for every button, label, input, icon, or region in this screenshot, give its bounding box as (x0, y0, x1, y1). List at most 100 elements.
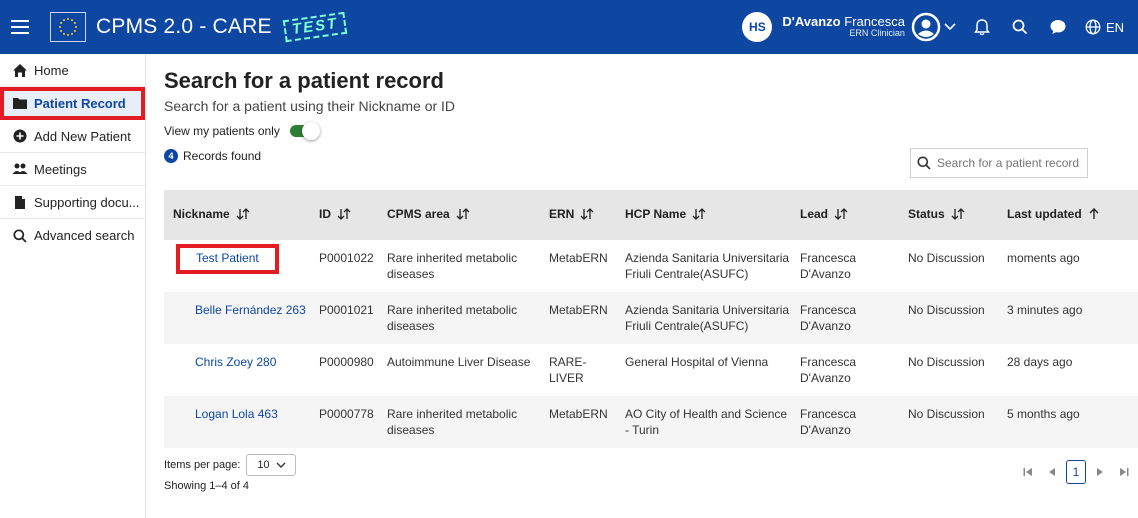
table-header-row: Nickname ID CPMS area ERN HCP Name Lead … (164, 190, 1138, 240)
top-app-bar: CPMS 2.0 - CARE TEST HS D'Avanzo Frances… (0, 0, 1138, 54)
avatar[interactable]: HS (742, 12, 773, 42)
patient-nickname-link[interactable]: Chris Zoey 280 (173, 355, 276, 371)
sidebar-item-patient-record[interactable]: Patient Record (0, 87, 145, 120)
ern: MetabERN (540, 292, 616, 344)
chat-icon[interactable] (1047, 16, 1069, 38)
document-icon (12, 194, 28, 210)
patient-id: P0000980 (319, 355, 374, 369)
language-code: EN (1105, 19, 1124, 35)
table-row[interactable]: Logan Lola 463 P0000778 Rare inherited m… (164, 396, 1138, 448)
toggle-label: View my patients only (164, 124, 280, 138)
sidebar-item-label: Advanced search (34, 228, 135, 243)
search-icon[interactable] (1009, 16, 1031, 38)
lead: Francesca D'Avanzo (800, 355, 857, 385)
search-icon (12, 228, 28, 244)
last-updated: 28 days ago (1007, 355, 1073, 369)
ern: MetabERN (540, 396, 616, 448)
chevron-down-icon (276, 462, 286, 468)
next-page-icon[interactable] (1090, 462, 1110, 482)
plus-circle-icon (12, 128, 28, 144)
column-header-nickname[interactable]: Nickname (164, 190, 310, 240)
items-per-page-label: Items per page: (164, 459, 241, 471)
last-updated: 5 months ago (998, 396, 1138, 448)
page-title: Search for a patient record (164, 68, 444, 93)
ern: RARE-LIVER (549, 355, 587, 385)
sidebar-item-label: Home (34, 62, 69, 78)
hcp-name: Azienda Sanitaria Universitaria Friuli C… (616, 292, 791, 344)
column-header-lead[interactable]: Lead (791, 190, 888, 240)
sidebar-item-meetings[interactable]: Meetings (0, 153, 145, 186)
my-patients-toggle[interactable] (288, 122, 320, 140)
patient-search-box[interactable] (910, 148, 1088, 178)
sidebar-item-add-new-patient[interactable]: Add New Patient (0, 120, 145, 153)
patient-id: P0001021 (310, 292, 378, 344)
hcp-name: AO City of Health and Science - Turin (616, 396, 791, 448)
column-header-last-updated[interactable]: Last updated (998, 190, 1138, 240)
patient-records-table: Nickname ID CPMS area ERN HCP Name Lead … (164, 190, 1138, 448)
cpms-area: Autoimmune Liver Disease (387, 355, 531, 369)
items-per-page-select[interactable]: 10 (246, 454, 297, 476)
globe-icon (1085, 19, 1101, 35)
lead: Francesca D'Avanzo (800, 251, 857, 281)
sort-icon[interactable] (580, 207, 594, 223)
sort-icon[interactable] (236, 207, 250, 223)
user-info: D'Avanzo Francesca ERN Clinician (782, 15, 905, 38)
lead: Francesca D'Avanzo (791, 396, 888, 448)
status: No Discussion (908, 251, 985, 265)
table-row[interactable]: Test Patient P0001022 Rare inherited met… (164, 240, 1138, 292)
menu-icon[interactable] (0, 0, 40, 54)
sort-ascending-icon[interactable] (1088, 207, 1100, 223)
hcp-name: Azienda Sanitaria Universitaria Friuli C… (625, 251, 790, 281)
sidebar-item-advanced-search[interactable]: Advanced search (0, 219, 145, 252)
user-role: ERN Clinician (849, 28, 905, 39)
last-page-icon[interactable] (1114, 462, 1134, 482)
home-icon (12, 62, 28, 78)
column-header-hcp-name[interactable]: HCP Name (616, 190, 791, 240)
column-header-id[interactable]: ID (310, 190, 378, 240)
search-icon (917, 156, 931, 170)
ern: MetabERN (549, 251, 608, 265)
page-subtitle: Search for a patient using their Nicknam… (164, 98, 456, 114)
sidebar-item-label: Supporting docu... (34, 194, 140, 210)
sort-icon[interactable] (337, 207, 351, 223)
table-row[interactable]: Chris Zoey 280 P0000980 Autoimmune Liver… (164, 344, 1138, 396)
patient-id: P0001022 (319, 251, 374, 265)
column-header-ern[interactable]: ERN (540, 190, 616, 240)
sort-icon[interactable] (692, 207, 706, 223)
sidebar-item-supporting-documents[interactable]: Supporting docu... (0, 186, 145, 219)
user-last-name: D'Avanzo (782, 14, 841, 30)
my-patients-toggle-row: View my patients only (164, 122, 1138, 140)
people-icon (12, 161, 28, 177)
column-header-cpms-area[interactable]: CPMS area (378, 190, 540, 240)
lead: Francesca D'Avanzo (791, 292, 888, 344)
table-row[interactable]: Belle Fernández 263 P0001021 Rare inheri… (164, 292, 1138, 344)
sidebar-item-home[interactable]: Home (0, 54, 145, 87)
status: No Discussion (888, 396, 998, 448)
highlighted-patient-link[interactable]: Test Patient (176, 244, 279, 274)
cpms-area: Rare inherited metabolic diseases (378, 396, 540, 448)
sort-icon[interactable] (951, 207, 965, 223)
sort-icon[interactable] (456, 207, 470, 223)
chevron-down-icon[interactable] (943, 23, 957, 31)
hcp-name: General Hospital of Vienna (625, 355, 769, 369)
sidebar-item-label: Add New Patient (34, 128, 131, 144)
profile-icon[interactable] (909, 10, 943, 44)
showing-range: Showing 1–4 of 4 (164, 480, 250, 492)
main-content: Search for a patient record Search for a… (164, 54, 1138, 518)
first-page-icon[interactable] (1018, 462, 1038, 482)
sort-icon[interactable] (834, 207, 848, 223)
patient-nickname-link[interactable]: Logan Lola 463 (173, 407, 278, 423)
patient-nickname-link[interactable]: Test Patient (196, 251, 259, 267)
patient-id: P0000778 (310, 396, 378, 448)
previous-page-icon[interactable] (1042, 462, 1062, 482)
eu-flag-logo (50, 12, 86, 42)
language-selector[interactable]: EN (1085, 19, 1124, 35)
sidebar: Home Patient Record Add New Patient Meet… (0, 54, 146, 518)
last-updated: moments ago (1007, 251, 1080, 265)
cpms-area: Rare inherited metabolic diseases (378, 292, 540, 344)
patient-nickname-link[interactable]: Belle Fernández 263 (173, 303, 306, 319)
patient-search-input[interactable] (937, 156, 1087, 170)
column-header-status[interactable]: Status (888, 190, 998, 240)
bell-icon[interactable] (971, 16, 993, 38)
page-number-current[interactable]: 1 (1066, 460, 1086, 484)
